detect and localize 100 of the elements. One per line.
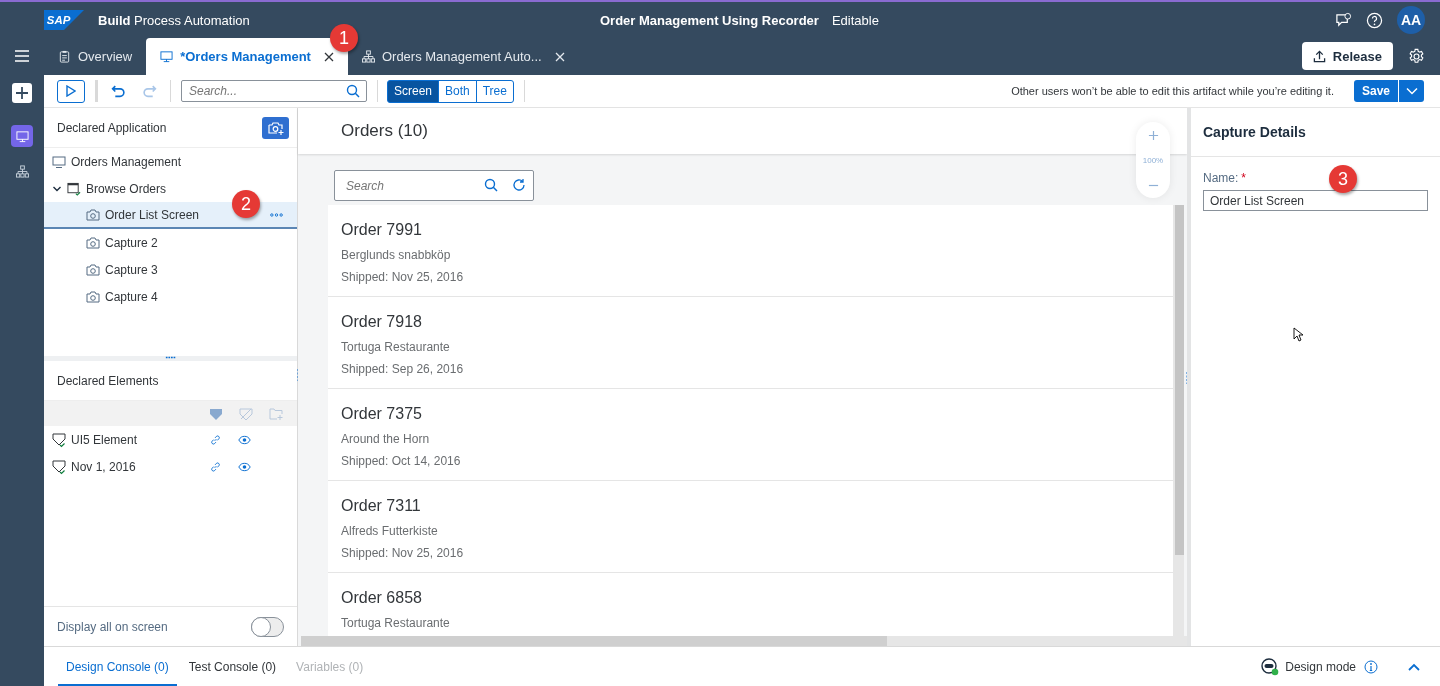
view-toggle[interactable]: Tree bbox=[475, 79, 514, 103]
camera-icon bbox=[86, 235, 100, 250]
monitor-icon bbox=[160, 50, 174, 63]
tree-item-label: Orders Management bbox=[71, 154, 182, 169]
camera-icon bbox=[86, 262, 100, 277]
camera-plus-icon bbox=[267, 119, 284, 136]
release-button[interactable]: Release bbox=[1301, 42, 1393, 70]
add-button[interactable] bbox=[12, 83, 32, 103]
plus-icon bbox=[16, 87, 28, 99]
shipped-date: Shipped: Nov 25, 2016 bbox=[341, 546, 465, 560]
toggle-label: Display all on screen bbox=[57, 619, 168, 634]
tree-item[interactable]: Capture 3 bbox=[44, 256, 297, 283]
camera-icon bbox=[86, 207, 100, 222]
search-field[interactable]: Search... bbox=[181, 80, 367, 102]
order-title: Order 6858 bbox=[341, 589, 423, 607]
callout-badge: 3 bbox=[1329, 165, 1357, 193]
shipped-date: Shipped: Nov 25, 2016 bbox=[341, 270, 465, 284]
menu-icon[interactable] bbox=[14, 49, 30, 63]
tree-item-label: Browse Orders bbox=[86, 181, 167, 196]
save-button[interactable]: Save bbox=[1353, 80, 1398, 102]
monitor-icon bbox=[15, 129, 29, 143]
panel-title: Capture Details bbox=[1203, 124, 1306, 140]
tree-item-label: Capture 4 bbox=[105, 289, 158, 304]
capture-button[interactable] bbox=[262, 116, 289, 139]
callout-badge: 1 bbox=[329, 24, 358, 52]
customer-name: Around the Horn bbox=[341, 432, 431, 446]
help-icon[interactable] bbox=[1366, 11, 1383, 29]
link-icon[interactable] bbox=[209, 460, 222, 473]
close-icon[interactable] bbox=[323, 51, 334, 62]
customer-name: Berglunds snabbköp bbox=[341, 248, 452, 262]
order-list-item[interactable]: Order 7311 Alfreds Futterkiste Shipped: Nov 25, 2016 bbox=[328, 481, 1173, 573]
mode-icon bbox=[1261, 657, 1280, 676]
search-icon[interactable] bbox=[346, 84, 360, 98]
element-label: Nov 1, 2016 bbox=[71, 459, 137, 474]
eye-icon[interactable] bbox=[238, 460, 251, 473]
field-label: Name: * bbox=[1203, 171, 1246, 185]
shield-check-icon bbox=[52, 431, 68, 448]
tree-item[interactable]: Capture 4 bbox=[44, 283, 297, 310]
customer-name: Tortuga Restaurante bbox=[341, 340, 451, 354]
order-list-item[interactable]: Order 7918 Tortuga Restaurante Shipped: Sep 26, 2016 bbox=[328, 297, 1173, 389]
order-list-item[interactable]: Order 7991 Berglunds snabbköp Shipped: Nov 25, 2016 bbox=[328, 205, 1173, 297]
name-field[interactable]: Order List Screen bbox=[1203, 190, 1428, 211]
panel-title: Declared Application bbox=[57, 120, 167, 135]
resize-handle-icon[interactable] bbox=[164, 356, 177, 359]
save-menu-button[interactable] bbox=[1398, 80, 1424, 102]
info-icon[interactable] bbox=[1364, 659, 1378, 674]
shipped-date: Shipped: Sep 26, 2016 bbox=[341, 362, 465, 376]
hierarchy-icon bbox=[15, 164, 29, 178]
order-title: Order 7375 bbox=[341, 405, 423, 423]
status-label: Editable bbox=[831, 12, 879, 28]
shipped-date: Shipped: Oct 14, 2016 bbox=[341, 454, 462, 468]
undo-icon[interactable] bbox=[111, 83, 126, 99]
product-name: Build Process Automation bbox=[98, 12, 250, 28]
rail-button[interactable] bbox=[11, 125, 33, 147]
view-toggle[interactable]: Screen bbox=[387, 79, 440, 103]
play-icon bbox=[66, 85, 76, 97]
feedback-icon[interactable] bbox=[1335, 11, 1352, 29]
camera-icon bbox=[86, 289, 100, 304]
chevron-down-icon bbox=[1405, 87, 1418, 95]
edit-notice: Other users won’t be able to edit this artifact while you’re editing it. bbox=[1011, 85, 1334, 97]
scrollbar-thumb[interactable] bbox=[1175, 205, 1184, 555]
link-icon[interactable] bbox=[209, 433, 222, 446]
mouse-pointer-icon bbox=[1293, 327, 1303, 342]
order-list-item[interactable]: Order 6858 Tortuga Restaurante bbox=[328, 573, 1173, 636]
mode-label: Design mode bbox=[1285, 659, 1356, 674]
customer-name: Tortuga Restaurante bbox=[341, 616, 451, 630]
search-field[interactable]: Search bbox=[334, 170, 534, 201]
tree-item[interactable]: Capture 2 bbox=[44, 229, 297, 256]
logo[interactable]: SAP bbox=[44, 10, 84, 30]
tree-item-label: Capture 3 bbox=[105, 262, 158, 277]
upload-icon bbox=[1312, 49, 1326, 63]
more-icon[interactable] bbox=[270, 212, 283, 217]
scrollbar-thumb[interactable] bbox=[301, 636, 887, 646]
chevron-up-icon[interactable] bbox=[1408, 662, 1420, 671]
console-tab[interactable]: Design Console (0) bbox=[58, 646, 177, 686]
monitor-icon bbox=[52, 154, 66, 169]
tree-item-label: Order List Screen bbox=[105, 207, 200, 222]
settings-icon[interactable] bbox=[1408, 48, 1425, 65]
window-check-icon bbox=[67, 181, 81, 196]
panel-title: Declared Elements bbox=[57, 373, 159, 388]
toggle-switch[interactable] bbox=[251, 616, 284, 637]
user-avatar[interactable]: AA bbox=[1397, 6, 1425, 34]
artifact-title: Order Management Using Recorder bbox=[600, 12, 819, 28]
hierarchy-icon bbox=[361, 50, 375, 63]
console-tab[interactable]: Test Console (0) bbox=[180, 646, 285, 686]
shield-check-icon bbox=[52, 458, 68, 475]
tree-item-label: Capture 2 bbox=[105, 235, 158, 250]
tree-item[interactable]: Orders Management bbox=[44, 148, 297, 175]
callout-badge: 2 bbox=[232, 190, 260, 218]
editor-tab[interactable]: Overview bbox=[44, 38, 147, 75]
order-title: Order 7311 bbox=[341, 497, 422, 515]
element-label: UI5 Element bbox=[71, 432, 139, 447]
order-list-item[interactable]: Order 7375 Around the Horn Shipped: Oct 14, 2016 bbox=[328, 389, 1173, 481]
search-icon[interactable] bbox=[484, 178, 498, 192]
eye-icon[interactable] bbox=[238, 433, 251, 446]
view-toggle[interactable]: Both bbox=[438, 79, 477, 103]
order-title: Order 7991 bbox=[341, 221, 423, 239]
refresh-icon[interactable] bbox=[512, 178, 526, 192]
run-button[interactable] bbox=[57, 79, 85, 103]
list-title: Orders (10) bbox=[341, 121, 428, 141]
